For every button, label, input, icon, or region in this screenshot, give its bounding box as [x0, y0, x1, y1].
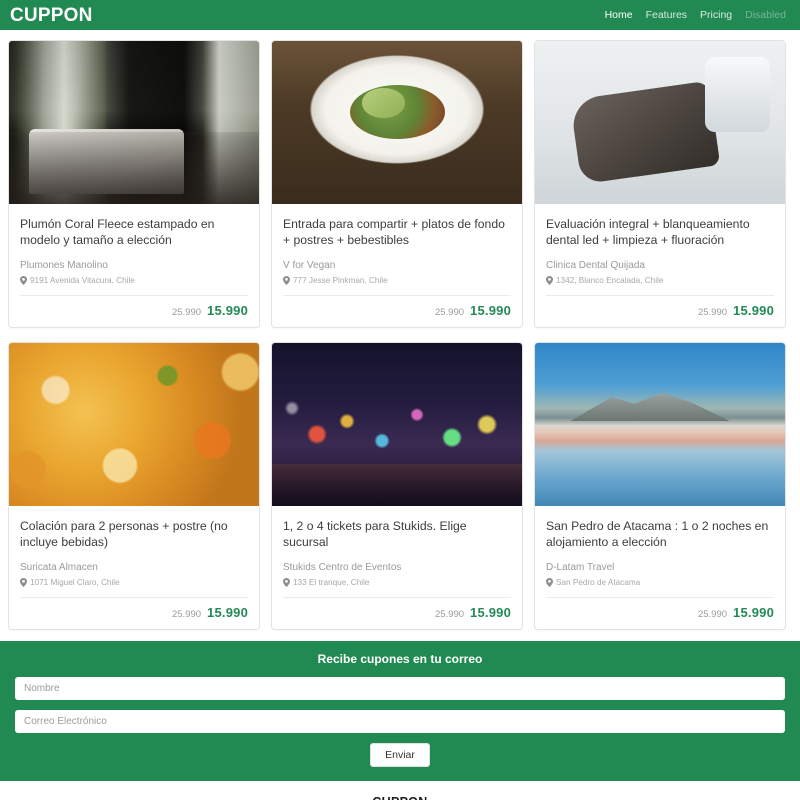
- coupon-merchant: V for Vegan: [283, 260, 336, 271]
- map-pin-icon: [20, 276, 27, 285]
- coupon-address-text: 9191 Avenida Vitacura, Chile: [30, 276, 135, 285]
- carnival-night-photo-image: [272, 343, 522, 506]
- dental-chair-photo-image: [535, 41, 785, 204]
- map-pin-icon: [20, 578, 27, 587]
- coupon-price-row: 25.990 15.990: [546, 597, 774, 629]
- coupon-price-new: 15.990: [207, 303, 248, 318]
- map-pin-icon: [546, 276, 553, 285]
- coupon-title: Plumón Coral Fleece estampado en modelo …: [20, 217, 215, 247]
- nav-link-home[interactable]: Home: [605, 10, 633, 21]
- coupon-merchant: Suricata Almacen: [20, 562, 98, 573]
- coupon-title: 1, 2 o 4 tickets para Stukids. Elige suc…: [283, 519, 467, 549]
- coupon-title: Evaluación integral + blanqueamiento den…: [546, 217, 750, 247]
- coupon-address-text: 1342, Blanco Encalada, Chile: [556, 276, 664, 285]
- coupon-address: 1071 Miguel Claro, Chile: [20, 577, 248, 588]
- coupon-price-new: 15.990: [470, 605, 511, 620]
- nav-link-pricing[interactable]: Pricing: [700, 10, 732, 21]
- bedroom-photo-image: [9, 41, 259, 204]
- coupon-card[interactable]: Entrada para compartir + platos de fondo…: [271, 40, 523, 328]
- coupon-price-row: 25.990 15.990: [20, 295, 248, 327]
- coupon-price-new: 15.990: [733, 605, 774, 620]
- top-navbar: CUPPON Home Features Pricing Disabled: [0, 0, 800, 30]
- coupon-price-new: 15.990: [733, 303, 774, 318]
- page-footer: CUPPON © 2018 Cuppon Latam .Todos los de…: [0, 781, 800, 800]
- coupon-card[interactable]: San Pedro de Atacama : 1 o 2 noches en a…: [534, 342, 786, 630]
- food-dish-photo-image: [9, 343, 259, 506]
- coupon-address: 777 Jesse Pinkman, Chile: [283, 275, 511, 286]
- brand-logo[interactable]: CUPPON: [10, 6, 93, 25]
- newsletter-submit-button[interactable]: Enviar: [370, 743, 430, 767]
- nav-link-features[interactable]: Features: [646, 10, 687, 21]
- newsletter-name-input[interactable]: [15, 677, 785, 700]
- coupon-card-body: Entrada para compartir + platos de fondo…: [272, 204, 522, 286]
- coupon-title: Entrada para compartir + platos de fondo…: [283, 217, 505, 247]
- coupon-card-body: Evaluación integral + blanqueamiento den…: [535, 204, 785, 286]
- coupon-merchant: D-Latam Travel: [546, 562, 615, 573]
- nav-link-disabled: Disabled: [745, 8, 786, 21]
- coupon-card[interactable]: Colación para 2 personas + postre (no in…: [8, 342, 260, 630]
- salad-plate-photo-image: [272, 41, 522, 204]
- coupon-price-row: 25.990 15.990: [283, 295, 511, 327]
- coupon-price-new: 15.990: [207, 605, 248, 620]
- newsletter-section: Recibe cupones en tu correo Enviar: [0, 641, 800, 781]
- coupon-price-row: 25.990 15.990: [283, 597, 511, 629]
- map-pin-icon: [546, 578, 553, 587]
- coupon-price-old: 25.990: [434, 307, 465, 318]
- coupon-title: San Pedro de Atacama : 1 o 2 noches en a…: [546, 519, 769, 549]
- coupon-card[interactable]: Evaluación integral + blanqueamiento den…: [534, 40, 786, 328]
- coupon-price-old: 25.990: [171, 609, 202, 620]
- coupon-address-text: 777 Jesse Pinkman, Chile: [293, 276, 388, 285]
- coupon-merchant: Clinica Dental Quijada: [546, 260, 645, 271]
- coupon-price-new: 15.990: [470, 303, 511, 318]
- footer-brand: CUPPON: [0, 795, 800, 800]
- map-pin-icon: [283, 276, 290, 285]
- coupon-card-body: Colación para 2 personas + postre (no in…: [9, 506, 259, 588]
- coupon-row-2: Colación para 2 personas + postre (no in…: [8, 342, 792, 630]
- coupon-card-body: 1, 2 o 4 tickets para Stukids. Elige suc…: [272, 506, 522, 588]
- coupon-price-old: 25.990: [697, 307, 728, 318]
- coupon-address-text: 133 El tranque, Chile: [293, 578, 370, 587]
- atacama-landscape-photo-image: [535, 343, 785, 506]
- coupon-merchant: Plumones Manolino: [20, 260, 108, 271]
- coupon-price-row: 25.990 15.990: [20, 597, 248, 629]
- coupon-row-1: Plumón Coral Fleece estampado en modelo …: [8, 40, 792, 328]
- nav-links: Home Features Pricing Disabled: [605, 10, 786, 21]
- coupon-address: 9191 Avenida Vitacura, Chile: [20, 275, 248, 286]
- coupon-title: Colación para 2 personas + postre (no in…: [20, 519, 228, 549]
- coupon-card-body: Plumón Coral Fleece estampado en modelo …: [9, 204, 259, 286]
- coupon-address-text: 1071 Miguel Claro, Chile: [30, 578, 120, 587]
- coupon-grid: Plumón Coral Fleece estampado en modelo …: [0, 30, 800, 630]
- coupon-price-old: 25.990: [697, 609, 728, 620]
- coupon-price-row: 25.990 15.990: [546, 295, 774, 327]
- coupon-price-old: 25.990: [434, 609, 465, 620]
- coupon-address-text: San Pedro de Atacama: [556, 578, 641, 587]
- coupon-address: 133 El tranque, Chile: [283, 577, 511, 588]
- coupon-address: 1342, Blanco Encalada, Chile: [546, 275, 774, 286]
- newsletter-title: Recibe cupones en tu correo: [317, 652, 483, 666]
- newsletter-email-input[interactable]: [15, 710, 785, 733]
- coupon-card[interactable]: Plumón Coral Fleece estampado en modelo …: [8, 40, 260, 328]
- coupon-card[interactable]: 1, 2 o 4 tickets para Stukids. Elige suc…: [271, 342, 523, 630]
- coupon-address: San Pedro de Atacama: [546, 577, 774, 588]
- coupon-merchant: Stukids Centro de Eventos: [283, 562, 402, 573]
- newsletter-submit-wrap: Enviar: [15, 743, 785, 767]
- coupon-price-old: 25.990: [171, 307, 202, 318]
- coupon-card-body: San Pedro de Atacama : 1 o 2 noches en a…: [535, 506, 785, 588]
- map-pin-icon: [283, 578, 290, 587]
